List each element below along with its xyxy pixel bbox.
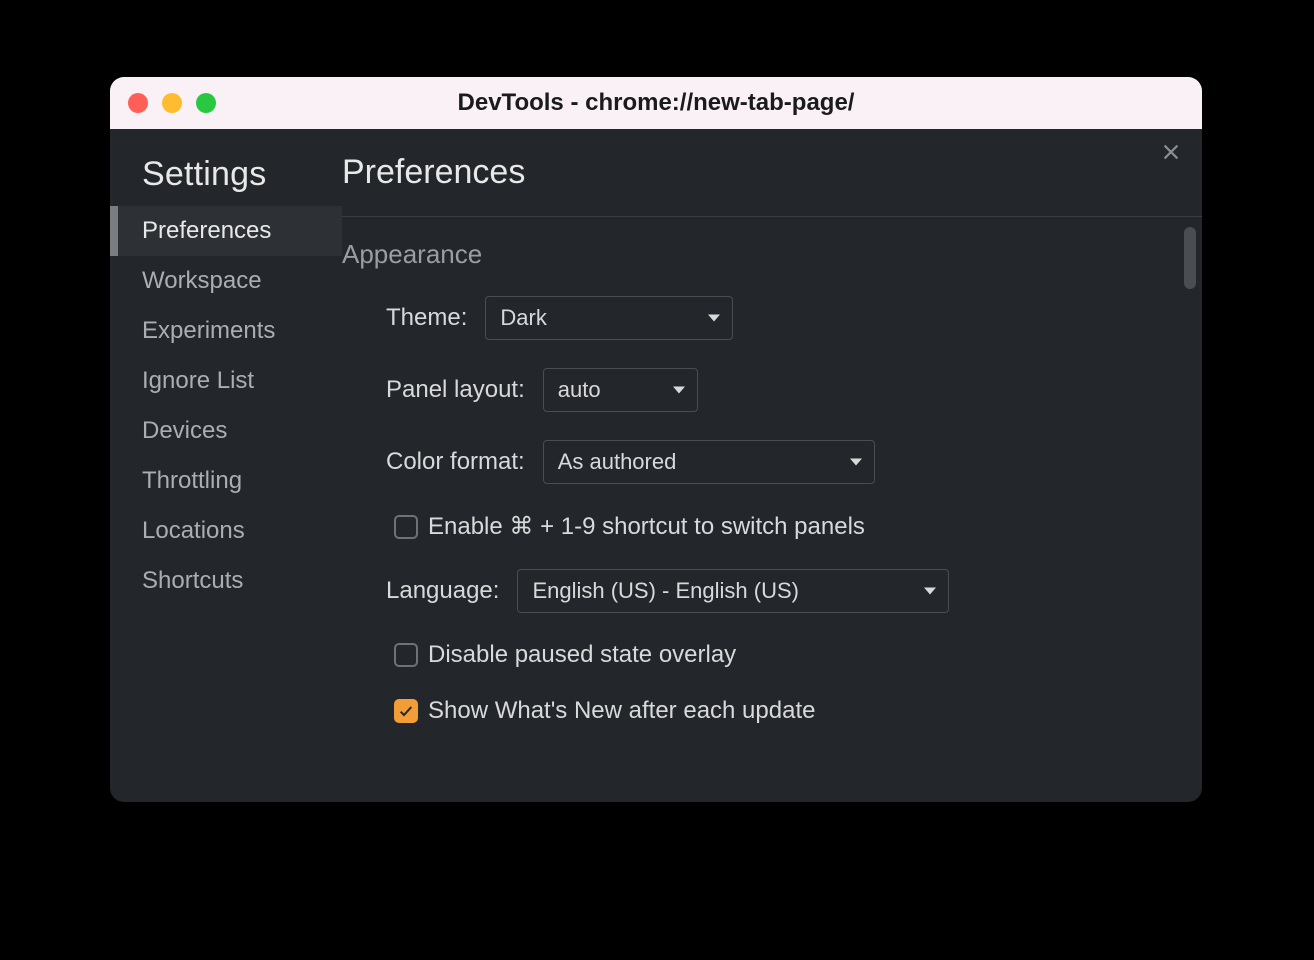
sidebar-item-label: Locations (142, 517, 245, 545)
row-theme: Theme: Dark (386, 296, 1202, 340)
sidebar-item-label: Throttling (142, 467, 242, 495)
window-titlebar: DevTools - chrome://new-tab-page/ (110, 77, 1202, 129)
sidebar-item-label: Workspace (142, 267, 262, 295)
traffic-lights (128, 93, 216, 113)
checkbox-whats-new[interactable] (394, 699, 418, 723)
label-cmd-shortcut: Enable ⌘ + 1-9 shortcut to switch panels (428, 512, 865, 541)
select-language[interactable]: English (US) - English (US) (517, 569, 949, 613)
settings-sidebar: Settings Preferences Workspace Experimen… (110, 129, 342, 802)
select-theme-value: Dark (500, 305, 546, 331)
page-title: Preferences (342, 153, 1202, 216)
select-panel-layout-value: auto (558, 377, 601, 403)
close-icon (1160, 141, 1182, 163)
content-area: Settings Preferences Workspace Experimen… (110, 129, 1202, 802)
row-panel-layout: Panel layout: auto (386, 368, 1202, 412)
label-panel-layout: Panel layout: (386, 376, 525, 404)
chevron-down-icon (708, 315, 720, 322)
sidebar-item-experiments[interactable]: Experiments (110, 306, 342, 356)
checkbox-cmd-shortcut[interactable] (394, 515, 418, 539)
settings-main: Preferences Appearance Theme: Dark Panel… (342, 129, 1202, 802)
window-maximize-button[interactable] (196, 93, 216, 113)
label-disable-overlay: Disable paused state overlay (428, 641, 736, 669)
label-whats-new: Show What's New after each update (428, 697, 815, 725)
chevron-down-icon (924, 588, 936, 595)
sidebar-item-label: Experiments (142, 317, 275, 345)
chevron-down-icon (850, 459, 862, 466)
row-language: Language: English (US) - English (US) (386, 569, 1202, 613)
sidebar-title: Settings (110, 155, 342, 206)
window-close-button[interactable] (128, 93, 148, 113)
sidebar-item-label: Preferences (142, 217, 271, 245)
sidebar-item-shortcuts[interactable]: Shortcuts (110, 556, 342, 606)
row-whats-new: Show What's New after each update (394, 697, 1202, 725)
sidebar-item-label: Shortcuts (142, 567, 243, 595)
section-title-appearance: Appearance (342, 239, 1202, 270)
sidebar-item-throttling[interactable]: Throttling (110, 456, 342, 506)
sidebar-item-locations[interactable]: Locations (110, 506, 342, 556)
row-disable-overlay: Disable paused state overlay (394, 641, 1202, 669)
select-color-format[interactable]: As authored (543, 440, 875, 484)
select-color-format-value: As authored (558, 449, 677, 475)
row-color-format: Color format: As authored (386, 440, 1202, 484)
label-color-format: Color format: (386, 448, 525, 476)
checkmark-icon (398, 703, 414, 719)
select-panel-layout[interactable]: auto (543, 368, 698, 412)
close-settings-button[interactable] (1160, 141, 1182, 163)
row-cmd-shortcut: Enable ⌘ + 1-9 shortcut to switch panels (394, 512, 1202, 541)
window-title: DevTools - chrome://new-tab-page/ (110, 89, 1202, 117)
label-theme: Theme: (386, 304, 467, 332)
checkbox-disable-overlay[interactable] (394, 643, 418, 667)
label-language: Language: (386, 577, 499, 605)
select-theme[interactable]: Dark (485, 296, 733, 340)
sidebar-item-devices[interactable]: Devices (110, 406, 342, 456)
sidebar-item-label: Ignore List (142, 367, 254, 395)
appearance-form: Theme: Dark Panel layout: auto (342, 296, 1202, 725)
sidebar-item-ignore-list[interactable]: Ignore List (110, 356, 342, 406)
chevron-down-icon (673, 387, 685, 394)
sidebar-item-preferences[interactable]: Preferences (110, 206, 342, 256)
select-language-value: English (US) - English (US) (532, 578, 799, 604)
sidebar-item-workspace[interactable]: Workspace (110, 256, 342, 306)
window-minimize-button[interactable] (162, 93, 182, 113)
scrollbar-thumb[interactable] (1184, 227, 1196, 289)
devtools-settings-window: DevTools - chrome://new-tab-page/ Settin… (110, 77, 1202, 802)
sidebar-item-label: Devices (142, 417, 227, 445)
preferences-scroll: Appearance Theme: Dark Panel layout: aut… (342, 216, 1202, 802)
